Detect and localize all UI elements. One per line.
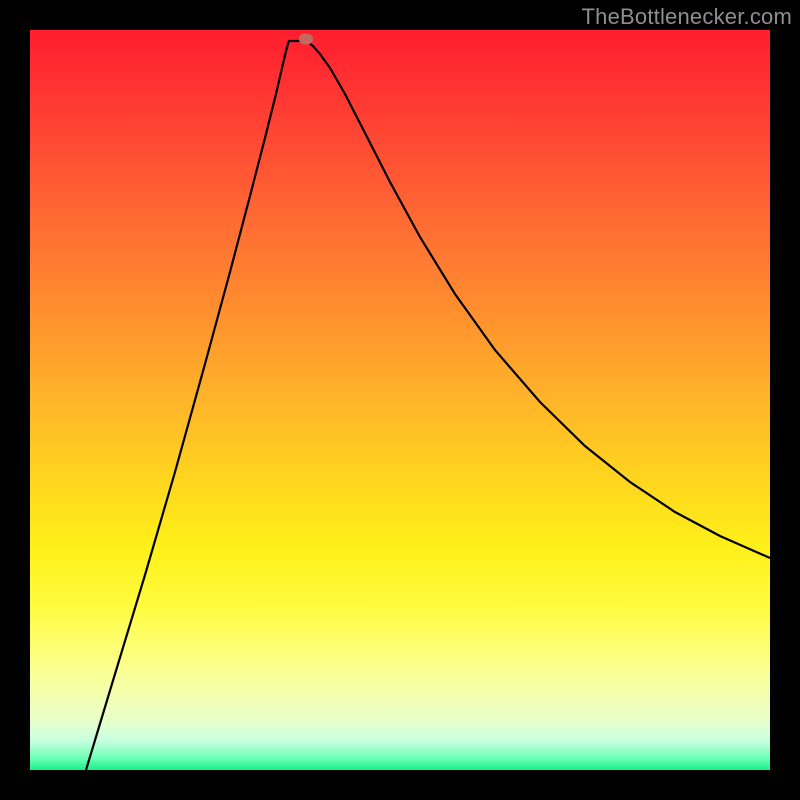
watermark-text: TheBottlenecker.com xyxy=(582,4,792,30)
bottleneck-curve xyxy=(30,30,770,770)
plot-area xyxy=(30,30,770,770)
optimal-point-marker xyxy=(299,34,313,45)
chart-frame: TheBottlenecker.com xyxy=(0,0,800,800)
